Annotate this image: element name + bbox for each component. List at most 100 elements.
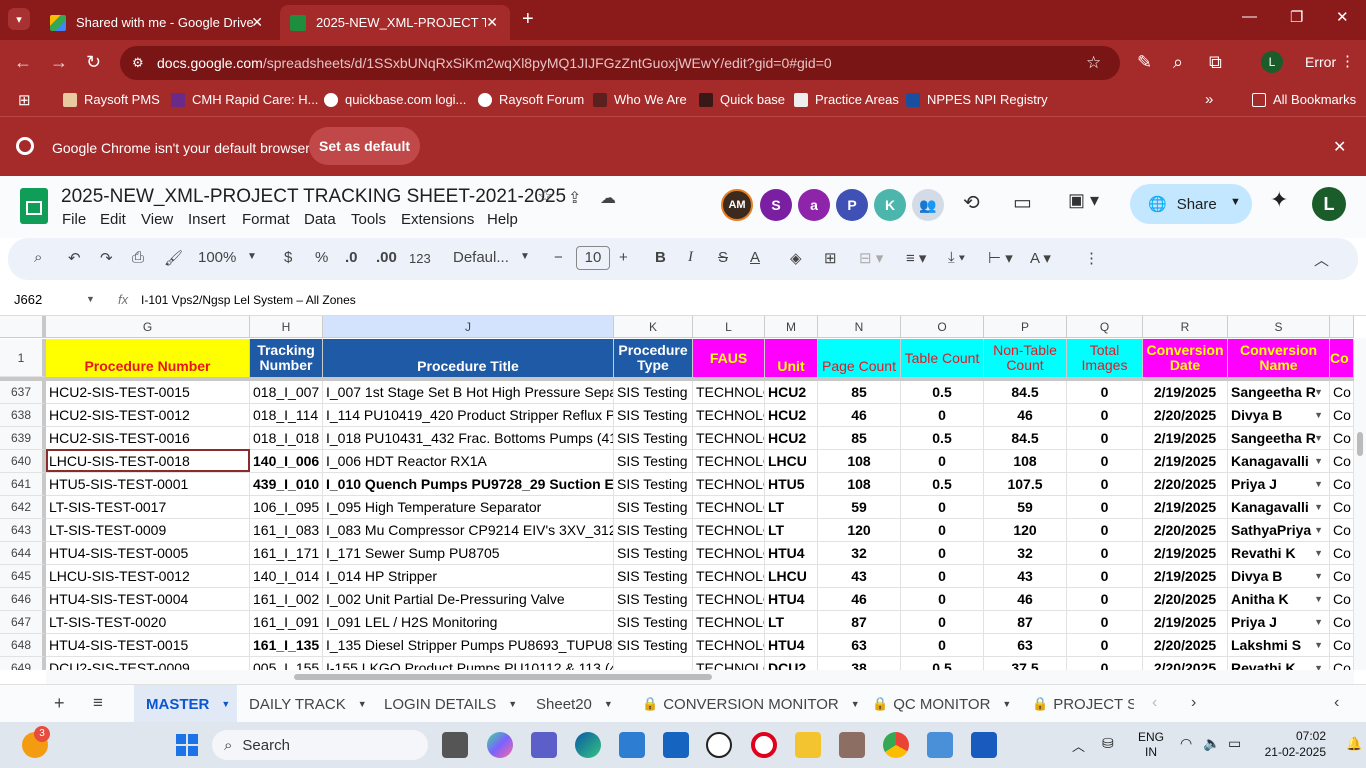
menu-file[interactable]: File [62, 211, 86, 228]
table-cell[interactable]: 85 [818, 381, 901, 404]
table-cell[interactable]: 0.5 [901, 427, 984, 450]
currency-button[interactable]: $ [284, 249, 292, 266]
dropdown-chip-icon[interactable]: ▼ [1314, 433, 1323, 443]
table-cell[interactable]: I_114 PU10419_420 Product Stripper Reflu… [323, 404, 614, 427]
table-cell[interactable]: Revathi K ▼ [1228, 542, 1330, 565]
chevron-down-icon[interactable]: ▼ [1230, 196, 1241, 208]
table-cell[interactable]: 005_I_155 [250, 657, 323, 670]
app-icon[interactable] [927, 732, 953, 758]
sheet-tab-project-summary[interactable]: 🔒PROJECT SU [1032, 685, 1134, 723]
table-cell[interactable]: 0.5 [901, 657, 984, 670]
table-cell[interactable]: Anitha K ▼ [1228, 588, 1330, 611]
row-header[interactable]: 648 [0, 634, 46, 657]
table-cell[interactable]: LT [765, 611, 818, 634]
table-cell[interactable]: SIS Testing [614, 634, 693, 657]
bookmark-item[interactable]: Who We Are [593, 92, 687, 107]
sheet-tab-master[interactable]: MASTER ▼ [134, 685, 237, 723]
dropdown-chip-icon[interactable]: ▼ [1314, 594, 1323, 604]
table-cell[interactable]: 32 [818, 542, 901, 565]
row-header[interactable]: 644 [0, 542, 46, 565]
table-cell[interactable]: Co [1330, 519, 1354, 542]
table-cell[interactable] [614, 657, 693, 670]
column-header[interactable]: J [323, 316, 614, 338]
table-cell[interactable]: 2/19/2025 [1143, 450, 1228, 473]
search-icon[interactable]: ⌕ [34, 249, 42, 266]
table-cell[interactable]: HTU5-SIS-TEST-0001 [46, 473, 250, 496]
table-cell[interactable]: I_006 HDT Reactor RX1A [323, 450, 614, 473]
table-cell[interactable]: 2/19/2025 [1143, 496, 1228, 519]
table-cell[interactable]: LHCU [765, 450, 818, 473]
table-cell[interactable]: LHCU-SIS-TEST-0012 [46, 565, 250, 588]
paint-format-icon[interactable]: 🖌 [164, 249, 183, 267]
maximize-icon[interactable]: ❐ [1290, 8, 1303, 26]
table-cell[interactable]: 2/20/2025 [1143, 657, 1228, 670]
table-cell[interactable]: TECHNOLOG [693, 519, 765, 542]
wrap-icon[interactable]: ⊢ ▾ [988, 249, 1013, 267]
table-cell[interactable]: 106_I_095 [250, 496, 323, 519]
header-cell[interactable]: Procedure Title [323, 339, 614, 377]
table-cell[interactable]: 018_I_018 [250, 427, 323, 450]
table-cell[interactable]: 0 [901, 588, 984, 611]
scroll-left-icon[interactable]: ‹ [1152, 694, 1157, 712]
bookmark-item[interactable]: Raysoft Forum [478, 92, 584, 107]
chevron-down-icon[interactable]: ▼ [86, 294, 95, 304]
table-cell[interactable]: 84.5 [984, 427, 1067, 450]
table-cell[interactable]: 161_I_091 [250, 611, 323, 634]
valign-icon[interactable]: ⤓ ▾ [948, 249, 965, 266]
row-header[interactable]: 646 [0, 588, 46, 611]
table-cell[interactable]: 0 [1067, 611, 1143, 634]
table-cell[interactable]: 87 [984, 611, 1067, 634]
dell-icon[interactable] [706, 732, 732, 758]
table-cell[interactable]: 161_I_135 [250, 634, 323, 657]
table-cell[interactable]: 84.5 [984, 381, 1067, 404]
file-explorer-icon[interactable] [795, 732, 821, 758]
collaborator-avatar[interactable]: P [836, 189, 868, 221]
menu-help[interactable]: Help [487, 211, 518, 228]
column-header[interactable]: K [614, 316, 693, 338]
table-cell[interactable]: Co [1330, 381, 1354, 404]
table-cell[interactable]: TECHNOLOG [693, 542, 765, 565]
word-icon[interactable] [971, 732, 997, 758]
table-cell[interactable]: Priya J ▼ [1228, 611, 1330, 634]
table-cell[interactable]: 0 [1067, 381, 1143, 404]
table-cell[interactable]: 2/20/2025 [1143, 473, 1228, 496]
column-header[interactable]: N [818, 316, 901, 338]
dropdown-chip-icon[interactable]: ▼ [1314, 640, 1323, 650]
close-icon[interactable]: ✕ [1333, 137, 1346, 157]
row-header[interactable]: 637 [0, 381, 46, 404]
table-cell[interactable]: LT [765, 519, 818, 542]
row-header[interactable]: 1 [0, 339, 46, 377]
table-cell[interactable]: LT-SIS-TEST-0020 [46, 611, 250, 634]
column-header[interactable]: O [901, 316, 984, 338]
table-cell[interactable]: HTU4 [765, 588, 818, 611]
table-cell[interactable]: 0 [1067, 542, 1143, 565]
column-header[interactable]: L [693, 316, 765, 338]
dropdown-chip-icon[interactable]: ▼ [1314, 571, 1323, 581]
scrollbar-thumb[interactable] [294, 674, 712, 680]
table-cell[interactable]: SIS Testing [614, 496, 693, 519]
table-cell[interactable]: 59 [984, 496, 1067, 519]
tab-google-drive[interactable]: Shared with me - Google Drive ✕ [40, 5, 275, 40]
close-icon[interactable]: ✕ [251, 14, 263, 31]
header-cell[interactable]: FAUS [693, 339, 765, 377]
table-cell[interactable]: Sangeetha R ▼ [1228, 381, 1330, 404]
header-cell[interactable]: Tracking Number [250, 339, 323, 377]
menu-tools[interactable]: Tools [351, 211, 386, 228]
pen-icon[interactable]: ✎ [1137, 52, 1152, 73]
table-cell[interactable]: Kanagavalli ▼ [1228, 450, 1330, 473]
table-cell[interactable]: 85 [818, 427, 901, 450]
table-cell[interactable]: 0 [901, 565, 984, 588]
bookmark-item[interactable]: Raysoft PMS [63, 92, 160, 107]
explore-collapse-icon[interactable]: ‹ [1334, 694, 1339, 712]
table-cell[interactable]: HCU2 [765, 427, 818, 450]
column-header[interactable]: Q [1067, 316, 1143, 338]
column-header[interactable]: S [1228, 316, 1330, 338]
chevron-up-icon[interactable]: ︿ [1072, 736, 1085, 755]
bookmark-item[interactable]: Quick base [699, 92, 785, 107]
battery-icon[interactable]: ▭ [1228, 735, 1241, 752]
table-cell[interactable]: HTU5 [765, 473, 818, 496]
merge-icon[interactable]: ⊟ ▾ [859, 249, 883, 267]
header-cell[interactable]: Page Count [818, 339, 901, 377]
chrome-icon[interactable] [883, 732, 909, 758]
table-cell[interactable]: 32 [984, 542, 1067, 565]
